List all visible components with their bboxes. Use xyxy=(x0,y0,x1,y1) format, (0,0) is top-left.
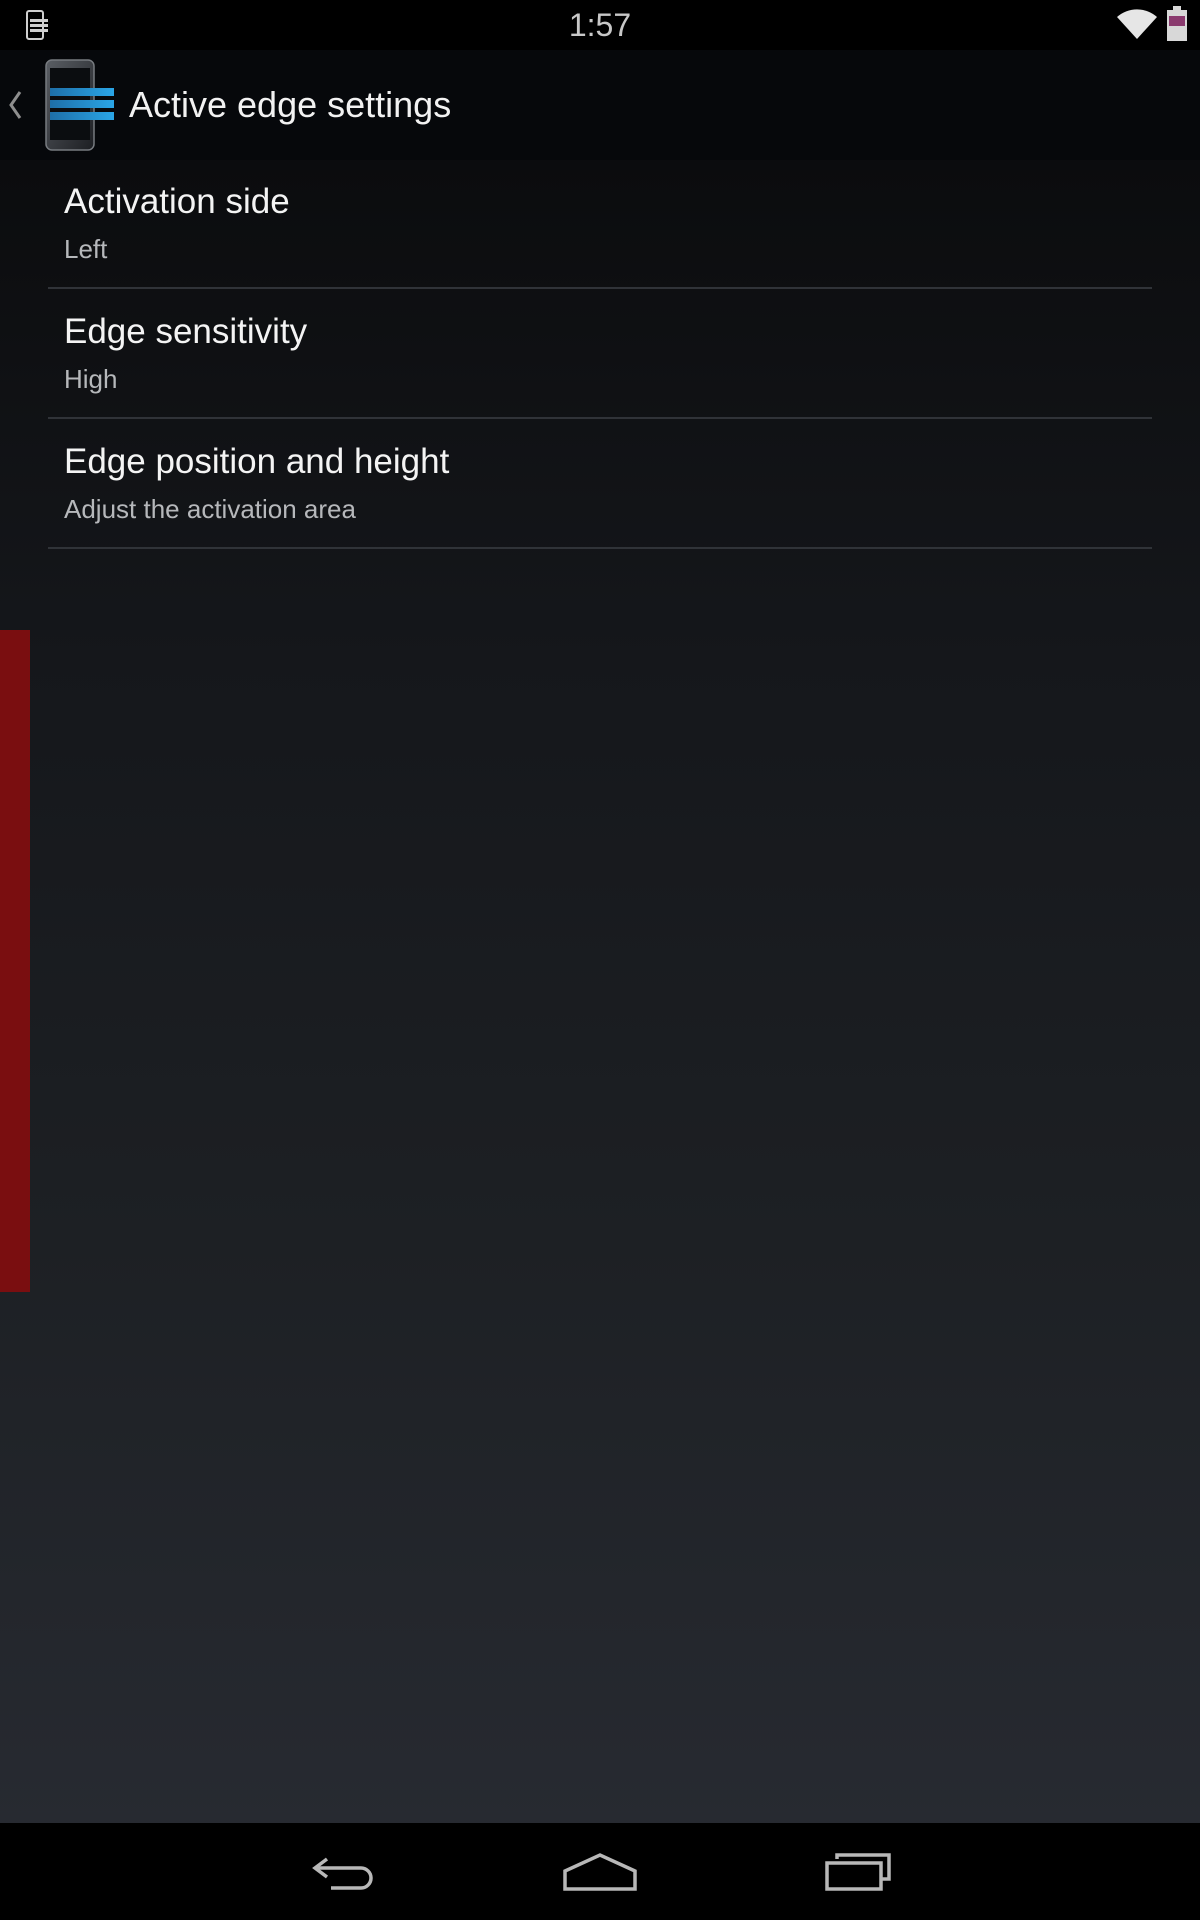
page-title: Active edge settings xyxy=(129,84,452,125)
action-bar: Active edge settings xyxy=(0,50,1200,210)
status-time: 1:57 xyxy=(568,7,632,43)
back-button[interactable] xyxy=(294,1841,394,1901)
back-arrow-icon xyxy=(312,1857,373,1890)
home-button[interactable] xyxy=(550,1841,650,1901)
pref-title: Activation side xyxy=(64,182,290,221)
pref-summary: Left xyxy=(64,234,108,264)
screen: 1:57 Active edge settings Activation sid… xyxy=(0,0,1200,1920)
wifi-signal-icon xyxy=(1117,9,1157,40)
chevron-left-icon[interactable] xyxy=(6,88,24,122)
status-bar: 1:57 xyxy=(0,0,1200,50)
navigation-bar xyxy=(0,1823,1200,1920)
recent-apps-icon xyxy=(825,1853,891,1891)
battery-icon xyxy=(1167,6,1187,41)
pref-summary: High xyxy=(64,364,118,394)
pref-summary: Adjust the activation area xyxy=(64,494,356,524)
home-icon xyxy=(563,1853,637,1891)
pref-edge-sensitivity[interactable]: Edge sensitivity High xyxy=(48,290,1152,419)
pref-edge-position-height[interactable]: Edge position and height Adjust the acti… xyxy=(48,420,1152,549)
recent-apps-button[interactable] xyxy=(808,1841,908,1901)
phone-edge-app-icon[interactable] xyxy=(42,58,118,152)
preference-list: Activation side Left Edge sensitivity Hi… xyxy=(0,160,1200,1823)
pref-activation-side[interactable]: Activation side Left xyxy=(48,160,1152,289)
pref-title: Edge position and height xyxy=(64,442,450,481)
pref-title: Edge sensitivity xyxy=(64,312,308,351)
active-edge-indicator[interactable] xyxy=(0,630,30,1292)
